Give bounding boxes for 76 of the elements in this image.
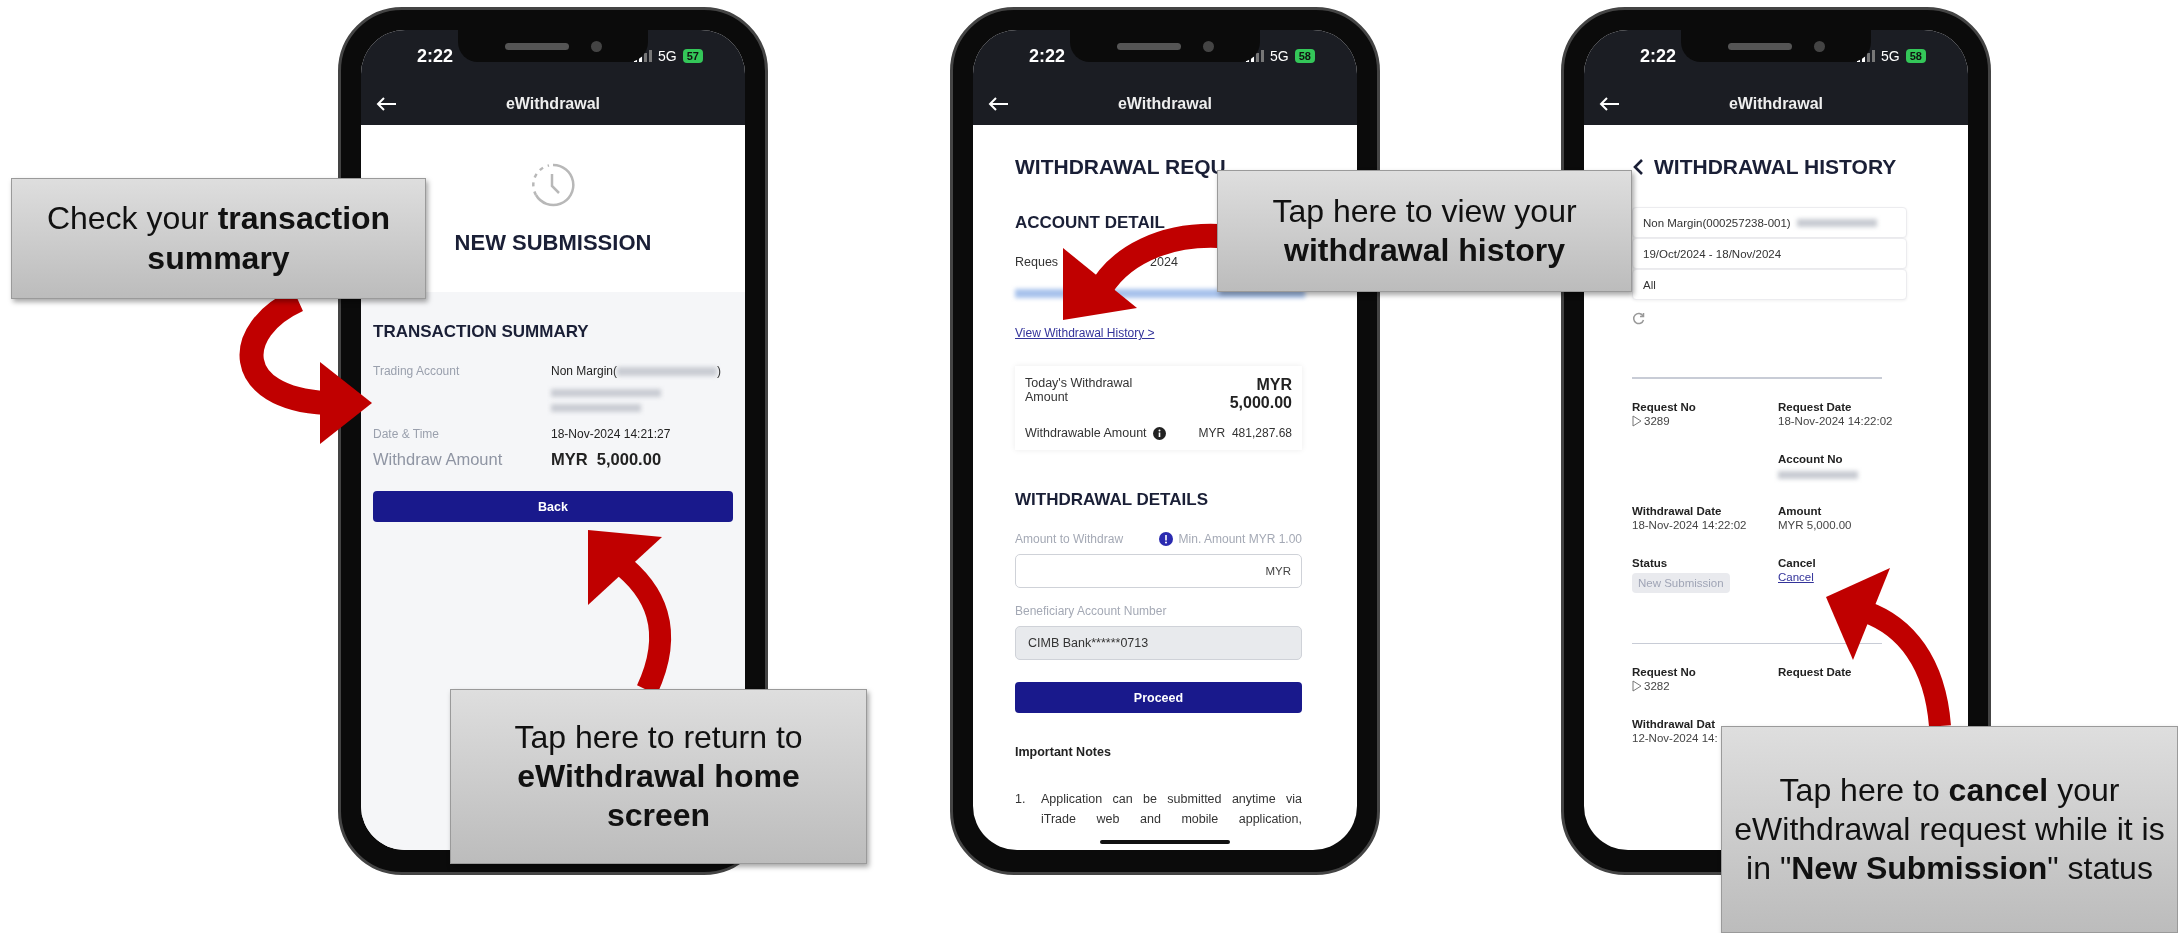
expand-triangle-icon[interactable] — [1632, 680, 1642, 692]
field-label: Request No — [1632, 666, 1696, 678]
filter-dropdown[interactable]: 19/Oct/2024 - 18/Nov/2024 — [1632, 238, 1907, 269]
status-time: 2:22 — [1029, 45, 1066, 67]
page-heading: WITHDRAWAL HISTORY — [1654, 155, 1897, 179]
app-title: eWithdrawal — [1116, 94, 1214, 113]
notes-title: Important Notes — [1015, 745, 1111, 759]
note-text: Application can be submitted anytime via iTrade web and mobile application, — [1041, 791, 1302, 828]
status-time: 2:22 — [1640, 45, 1677, 67]
back-arrow-icon[interactable] — [1598, 95, 1620, 112]
field-value: 18-Nov-2024 14:21:27 — [551, 427, 672, 441]
field-label: Cancel — [1778, 556, 1816, 569]
network-label: 5G — [1270, 48, 1289, 64]
signal-icon — [1246, 50, 1265, 62]
note-number: 1. — [1015, 791, 1027, 808]
section-title: ACCOUNT DETAIL — [1015, 213, 1165, 233]
app-title: eWithdrawal — [504, 94, 602, 113]
callout: Check your transaction summary — [11, 178, 426, 299]
field-value: 3282 — [1644, 680, 1670, 692]
back-chevron-icon[interactable] — [1632, 158, 1644, 176]
field-label: Withdrawal Date — [1632, 504, 1722, 517]
clock-icon — [530, 161, 576, 208]
filter-dropdown[interactable]: Non Margin(000257238-001) — [1632, 207, 1907, 238]
field-label: Request Date — [1778, 400, 1852, 413]
field-value: 18-Nov-2024 14:22:02 — [1632, 518, 1747, 531]
battery-badge: 57 — [682, 49, 703, 63]
proceed-button[interactable]: Proceed — [1015, 682, 1302, 713]
field-label: Status — [1632, 556, 1668, 569]
section-title: TRANSACTION SUMMARY — [373, 322, 590, 342]
section-title: WITHDRAWAL DETAILS — [1015, 490, 1208, 510]
field-value: MYR 5,000.00 — [551, 450, 663, 469]
status-time: 2:22 — [417, 45, 454, 67]
field-label: Date & Time — [373, 427, 441, 441]
request-date-label: Reques — [1015, 255, 1059, 269]
field-value: 18-Nov-2024 14:22:02 — [1778, 414, 1893, 427]
info-icon[interactable] — [1152, 426, 1166, 440]
alert-icon — [1158, 532, 1173, 546]
callout: Tap here to return to eWithdrawal home screen — [450, 689, 867, 864]
back-arrow-icon[interactable] — [987, 95, 1009, 112]
network-label: 5G — [1881, 48, 1900, 64]
page-heading: NEW SUBMISSION — [454, 229, 652, 256]
battery-badge: 58 — [1905, 49, 1926, 63]
battery-badge: 58 — [1294, 49, 1315, 63]
amount-field[interactable]: MYR — [1015, 554, 1302, 588]
field-label: Withdrawable Amount — [1025, 426, 1147, 440]
back-button[interactable]: Back — [373, 491, 733, 522]
amount-value: MYR 481,287.68 — [1198, 426, 1292, 440]
status-badge: New Submission — [1632, 572, 1730, 593]
signal-icon — [634, 50, 653, 62]
field-label: Trading Account — [373, 364, 461, 378]
amount-value: MYR 5,000.00 — [1229, 376, 1292, 412]
field-label: Request No — [1632, 400, 1696, 413]
field-label: Amount — [1778, 504, 1822, 517]
cancel-link[interactable]: Cancel — [1778, 570, 1814, 583]
app-title: eWithdrawal — [1727, 94, 1825, 113]
field-label: Beneficiary Account Number — [1015, 604, 1167, 618]
history-link[interactable]: View Withdrawal History > — [1015, 326, 1155, 340]
field-label: Account No — [1778, 452, 1843, 465]
field-label: Withdrawal Dat — [1632, 718, 1715, 730]
field-value: Non Margin( ) — [551, 364, 723, 378]
field-value: 12-Nov-2024 14: — [1632, 732, 1718, 744]
expand-triangle-icon[interactable] — [1632, 414, 1642, 427]
filter-dropdown[interactable]: All — [1632, 269, 1907, 300]
field-value: 3289 — [1644, 414, 1670, 427]
refresh-icon[interactable] — [1632, 312, 1645, 325]
min-amount-note: Min. Amount MYR 1.00 — [1178, 532, 1302, 546]
field-value: MYR 5,000.00 — [1778, 518, 1852, 531]
field-label: Today's Withdrawal Amount — [1025, 376, 1134, 404]
callout: Tap here to view your withdrawal history — [1217, 170, 1632, 292]
back-arrow-icon[interactable] — [375, 95, 397, 112]
network-label: 5G — [658, 48, 677, 64]
field-label: Request Date — [1778, 666, 1852, 678]
field-label: Amount to Withdraw — [1015, 532, 1124, 546]
signal-icon — [1857, 50, 1876, 62]
callout: Tap here to cancel your eWithdrawal request while it is in "New Submission" status — [1721, 726, 2178, 933]
field-label: Withdraw Amount — [373, 450, 504, 469]
